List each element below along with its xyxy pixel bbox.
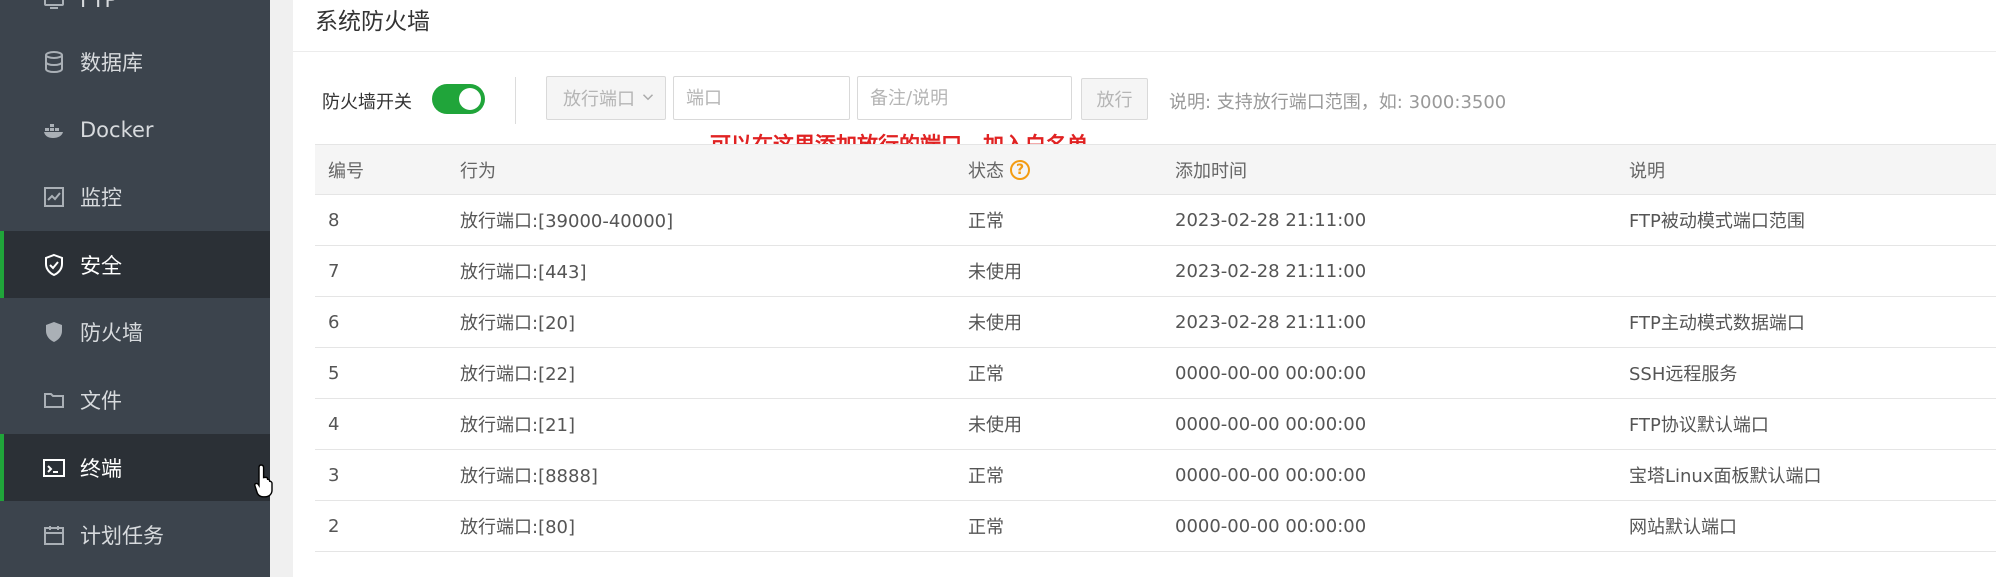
cell-action: 放行端口:[80] — [460, 517, 576, 538]
cell-note: FTP协议默认端口 — [1629, 415, 1769, 436]
cell-action: 放行端口:[22] — [460, 364, 576, 385]
sidebar-item-firewall[interactable]: 防火墙 — [0, 298, 270, 365]
cell-id: 3 — [328, 464, 340, 486]
mouse-cursor-icon — [254, 464, 273, 498]
cell-note: SSH远程服务 — [1629, 364, 1738, 385]
port-input[interactable] — [673, 76, 850, 120]
cell-id: 7 — [328, 260, 340, 282]
terminal-icon — [42, 456, 66, 480]
cell-note: FTP被动模式端口范围 — [1629, 211, 1805, 232]
cell-id: 5 — [328, 362, 340, 384]
cell-status: 正常 — [968, 364, 1004, 385]
table-row[interactable]: 3 放行端口:[8888] 正常 0000-00-00 00:00:00 宝塔L… — [315, 450, 1996, 501]
help-icon[interactable]: ? — [1010, 159, 1030, 180]
sidebar-item-label: 防火墙 — [80, 320, 143, 345]
folder-icon — [42, 388, 66, 412]
shield-icon — [42, 320, 66, 344]
cell-time: 0000-00-00 00:00:00 — [1175, 362, 1367, 384]
cell-action: 放行端口:[8888] — [460, 466, 598, 487]
cell-status: 未使用 — [968, 262, 1022, 283]
divider — [515, 77, 516, 124]
hint-text: 说明: 支持放行端口范围，如: 3000:3500 — [1169, 92, 1507, 113]
toggle-knob — [459, 88, 481, 110]
cell-time: 2023-02-28 21:11:00 — [1175, 260, 1367, 282]
header-time: 添加时间 — [1175, 160, 1247, 182]
sidebar-item-docker[interactable]: Docker — [0, 96, 270, 163]
cell-status: 正常 — [968, 466, 1004, 487]
cell-time: 2023-02-28 21:11:00 — [1175, 311, 1367, 333]
header-note: 说明 — [1629, 160, 1665, 182]
monitor-icon — [42, 185, 66, 209]
sidebar-item-database[interactable]: 数据库 — [0, 28, 270, 95]
header-status-label: 状态 — [968, 160, 1004, 182]
sidebar-item-label: FTP — [80, 0, 117, 12]
sidebar-item-label: 计划任务 — [80, 523, 164, 548]
cell-status: 未使用 — [968, 313, 1022, 334]
cell-action: 放行端口:[443] — [460, 262, 587, 283]
table-row[interactable]: 2 放行端口:[80] 正常 0000-00-00 00:00:00 网站默认端… — [315, 501, 1996, 552]
table-row[interactable]: 4 放行端口:[21] 未使用 0000-00-00 00:00:00 FTP协… — [315, 399, 1996, 450]
cell-id: 2 — [328, 515, 340, 537]
cell-id: 8 — [328, 209, 340, 231]
table-row[interactable]: 5 放行端口:[22] 正常 0000-00-00 00:00:00 SSH远程… — [315, 348, 1996, 399]
allow-button[interactable]: 放行 — [1081, 78, 1148, 120]
cell-time: 0000-00-00 00:00:00 — [1175, 515, 1367, 537]
cell-status: 未使用 — [968, 415, 1022, 436]
cell-time: 2023-02-28 21:11:00 — [1175, 209, 1367, 231]
sidebar-item-label: 安全 — [80, 253, 122, 278]
cell-note: 宝塔Linux面板默认端口 — [1629, 466, 1822, 487]
firewall-rules-table: 编号 行为 状态 ? 添加时间 说明 8 放行端口:[39000-40000] … — [315, 144, 1996, 552]
header-status: 状态 ? — [968, 145, 1030, 194]
sidebar-item-security[interactable]: 安全 — [0, 231, 270, 298]
cell-time: 0000-00-00 00:00:00 — [1175, 413, 1367, 435]
table-row[interactable]: 6 放行端口:[20] 未使用 2023-02-28 21:11:00 FTP主… — [315, 297, 1996, 348]
firewall-toggle[interactable] — [432, 84, 485, 114]
calendar-icon — [42, 523, 66, 547]
cell-id: 6 — [328, 311, 340, 333]
ftp-icon — [42, 0, 66, 12]
table-row[interactable]: 7 放行端口:[443] 未使用 2023-02-28 21:11:00 — [315, 246, 1996, 297]
sidebar-item-label: 文件 — [80, 388, 122, 413]
note-input[interactable] — [857, 76, 1072, 120]
docker-icon — [42, 118, 66, 142]
page-title: 系统防火墙 — [315, 9, 430, 35]
table-row[interactable]: 8 放行端口:[39000-40000] 正常 2023-02-28 21:11… — [315, 195, 1996, 246]
chevron-down-icon — [642, 94, 654, 101]
cell-id: 4 — [328, 413, 340, 435]
database-icon — [42, 50, 66, 74]
header-action: 行为 — [460, 160, 496, 182]
divider — [293, 51, 1996, 52]
firewall-switch-label: 防火墙开关 — [322, 92, 412, 113]
table-header: 编号 行为 状态 ? 添加时间 说明 — [315, 144, 1996, 195]
sidebar: FTP 数据库 Docker 监控 安全 防火墙 文件 — [0, 0, 270, 577]
main-panel: 系统防火墙 防火墙开关 放行端口 放行 说明: 支持放行端口范围，如: 3000… — [293, 0, 1996, 577]
shield-check-icon — [42, 253, 66, 277]
cell-action: 放行端口:[20] — [460, 313, 576, 334]
port-type-select-value: 放行端口 — [563, 89, 635, 110]
sidebar-item-monitor[interactable]: 监控 — [0, 163, 270, 230]
sidebar-item-label: Docker — [80, 117, 154, 142]
sidebar-item-files[interactable]: 文件 — [0, 366, 270, 433]
cell-status: 正常 — [968, 517, 1004, 538]
cell-action: 放行端口:[21] — [460, 415, 576, 436]
sidebar-item-cron[interactable]: 计划任务 — [0, 501, 270, 568]
port-type-select[interactable]: 放行端口 — [546, 76, 666, 120]
cell-status: 正常 — [968, 211, 1004, 232]
sidebar-item-label: 监控 — [80, 185, 122, 210]
sidebar-item-label: 数据库 — [80, 50, 143, 75]
cell-action: 放行端口:[39000-40000] — [460, 211, 674, 232]
cell-time: 0000-00-00 00:00:00 — [1175, 464, 1367, 486]
sidebar-item-label: 终端 — [80, 456, 122, 481]
header-id: 编号 — [328, 160, 364, 182]
cell-note: FTP主动模式数据端口 — [1629, 313, 1805, 334]
sidebar-item-terminal[interactable]: 终端 — [0, 434, 270, 501]
cell-note: 网站默认端口 — [1629, 517, 1737, 538]
